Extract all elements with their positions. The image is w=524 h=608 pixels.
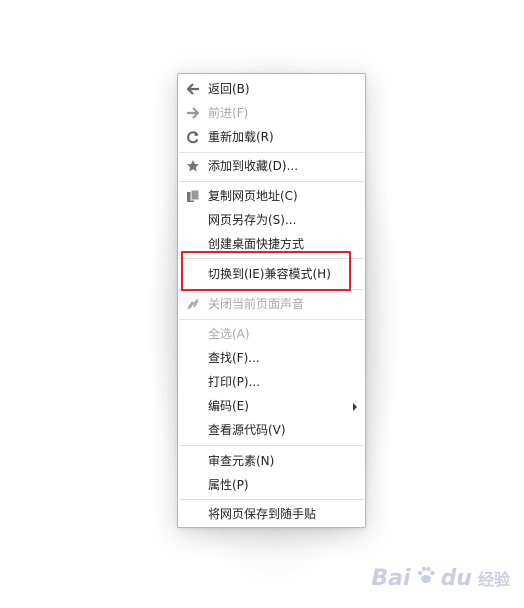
menu-item-save-to-notes[interactable]: 将网页保存到随手贴: [178, 502, 365, 526]
menu-item-label: 将网页保存到随手贴: [208, 507, 317, 521]
menu-item-label: 查找(F)...: [208, 351, 260, 365]
submenu-arrow-icon: [353, 403, 357, 411]
menu-item-label: 网页另存为(S)...: [208, 213, 297, 227]
menu-separator: [179, 499, 364, 500]
forward-arrow-icon: [186, 106, 200, 120]
menu-item-label: 重新加载(R): [208, 130, 274, 144]
menu-separator: [179, 445, 364, 446]
menu-item-inspect-element[interactable]: 审查元素(N): [178, 449, 365, 473]
menu-item-label: 全选(A): [208, 327, 250, 341]
menu-item-label: 前进(F): [208, 106, 249, 120]
star-icon: [186, 159, 200, 173]
back-arrow-icon: [186, 82, 200, 96]
menu-item-label: 审查元素(N): [208, 454, 275, 468]
menu-separator: [179, 152, 364, 153]
menu-separator: [179, 319, 364, 320]
menu-item-label: 编码(E): [208, 399, 249, 413]
mute-icon: [186, 297, 200, 311]
menu-item-view-source[interactable]: 查看源代码(V): [178, 418, 365, 442]
menu-item-find[interactable]: 查找(F)...: [178, 346, 365, 370]
menu-separator: [179, 181, 364, 182]
context-menu: 返回(B) 前进(F) 重新加载(R) 添加到收藏(D)... 复制网页地址(C…: [177, 73, 366, 528]
menu-item-save-as[interactable]: 网页另存为(S)...: [178, 208, 365, 232]
menu-item-label: 返回(B): [208, 82, 250, 96]
watermark: Bai du 经验: [371, 564, 510, 592]
menu-item-encoding[interactable]: 编码(E): [178, 394, 365, 418]
watermark-sub: 经验: [477, 570, 510, 589]
menu-item-select-all[interactable]: 全选(A): [178, 322, 365, 346]
copy-icon: [186, 189, 200, 203]
menu-item-label: 关闭当前页面声音: [208, 297, 305, 311]
menu-item-print[interactable]: 打印(P)...: [178, 370, 365, 394]
menu-item-properties[interactable]: 属性(P): [178, 473, 365, 497]
menu-item-label: 添加到收藏(D)...: [208, 159, 299, 173]
menu-item-back[interactable]: 返回(B): [178, 77, 365, 101]
menu-item-add-favorite[interactable]: 添加到收藏(D)...: [178, 154, 365, 178]
reload-icon: [186, 130, 200, 144]
paw-icon: [415, 564, 437, 592]
watermark-text-left: Bai: [371, 565, 411, 591]
menu-item-label: 复制网页地址(C): [208, 189, 298, 203]
menu-item-copy-url[interactable]: 复制网页地址(C): [178, 184, 365, 208]
menu-item-label: 属性(P): [208, 478, 249, 492]
menu-item-mute-page[interactable]: 关闭当前页面声音: [178, 292, 365, 316]
menu-item-reload[interactable]: 重新加载(R): [178, 125, 365, 149]
watermark-text-right: du: [440, 565, 472, 591]
highlight-box: [181, 251, 351, 291]
menu-item-label: 查看源代码(V): [208, 423, 286, 437]
menu-item-label: 打印(P)...: [208, 375, 261, 389]
menu-item-forward[interactable]: 前进(F): [178, 101, 365, 125]
